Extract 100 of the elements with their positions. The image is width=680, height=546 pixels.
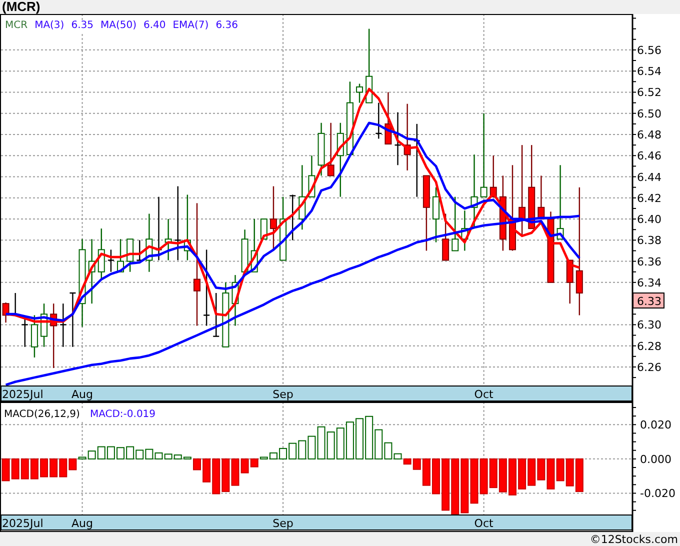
macd-bar xyxy=(460,458,469,514)
axis-label: 6.34 xyxy=(637,276,662,290)
axis-label: 6.28 xyxy=(637,340,662,353)
macd-bar xyxy=(556,458,564,482)
macd-bar xyxy=(2,458,10,482)
axis-label: 6.38 xyxy=(637,234,662,248)
macd-bar xyxy=(126,446,134,460)
candlestick xyxy=(222,282,230,348)
date-label: Oct xyxy=(474,388,494,401)
macd-bar xyxy=(566,458,574,486)
legend-label: MA(3) xyxy=(34,20,64,32)
axis-label: 6.52 xyxy=(637,86,662,100)
macd-bar xyxy=(308,436,316,460)
macd-bar xyxy=(537,458,546,480)
macd-bar xyxy=(518,458,526,490)
axis-label: -0.020 xyxy=(640,487,676,500)
candlestick xyxy=(60,304,66,347)
macd-bar xyxy=(451,458,460,515)
axis-label: 6.30 xyxy=(637,318,662,332)
candlestick xyxy=(250,219,258,272)
axis-label: 6.40 xyxy=(637,213,662,226)
axis-label: 6.36 xyxy=(637,255,662,268)
macd-bar xyxy=(222,458,230,492)
candlestick xyxy=(184,194,191,260)
candlestick xyxy=(88,239,96,304)
macd-bar xyxy=(298,440,306,460)
candlestick xyxy=(290,194,296,240)
axis-label: 6.56 xyxy=(637,44,662,57)
candlestick xyxy=(260,218,268,240)
indicator-reading: MACD:-0.019 xyxy=(90,409,156,421)
candlestick xyxy=(356,84,364,103)
macd-bar xyxy=(336,428,344,460)
axis-label: 6.50 xyxy=(637,107,662,120)
macd-bar xyxy=(432,458,440,494)
macd-bar xyxy=(288,442,297,460)
macd-bar xyxy=(317,426,326,460)
candlestick xyxy=(442,214,450,261)
date-label: Aug xyxy=(72,517,93,530)
date-label: Sep xyxy=(272,388,294,401)
candlestick xyxy=(164,219,172,260)
axis-label: 6.46 xyxy=(637,150,662,163)
date-label: 2025Jul xyxy=(2,388,44,401)
axis-label: 0.020 xyxy=(640,418,672,432)
candlestick xyxy=(376,102,382,139)
date-label: Aug xyxy=(72,388,93,401)
date-label: Oct xyxy=(474,517,494,530)
candlestick xyxy=(384,92,392,144)
legend-label: EMA(7) xyxy=(172,20,209,32)
candlestick xyxy=(298,165,306,230)
legend-value: 6.35 xyxy=(71,20,94,32)
candlestick xyxy=(270,186,277,251)
macd-bar xyxy=(116,447,124,460)
axis-label: 6.26 xyxy=(637,360,662,374)
axis-label: 0.000 xyxy=(640,452,672,466)
candlestick xyxy=(538,176,545,220)
candlestick xyxy=(146,214,153,272)
candlestick xyxy=(232,275,239,326)
date-label: 2025Jul xyxy=(2,517,44,530)
candlestick xyxy=(308,156,316,198)
macd-bar xyxy=(136,450,144,460)
macd-bar xyxy=(11,458,20,480)
macd-bar xyxy=(326,432,335,460)
axis-label: 6.42 xyxy=(637,192,662,205)
macd-bar xyxy=(546,458,555,490)
candlestick xyxy=(156,196,162,260)
chart-title: (MCR) xyxy=(2,0,40,14)
macd-bar xyxy=(498,458,507,492)
macd-bar xyxy=(50,458,58,478)
macd-bar xyxy=(279,448,288,460)
candlestick xyxy=(12,293,18,316)
candlestick xyxy=(30,315,38,358)
candlestick xyxy=(452,196,459,252)
candlestick xyxy=(318,122,325,176)
candlestick xyxy=(213,293,220,337)
candlestick xyxy=(108,250,114,272)
macd-bar xyxy=(489,458,498,488)
axis-label: 6.48 xyxy=(637,128,662,142)
candlestick xyxy=(432,187,440,242)
axis-label: 6.44 xyxy=(637,170,662,184)
indicator-title: MACD(26,12,9) xyxy=(4,409,80,421)
candlestick xyxy=(404,104,411,170)
legend-label: MA(50) xyxy=(100,20,136,32)
date-label: Sep xyxy=(272,517,294,530)
macd-bar xyxy=(575,458,584,492)
macd-bar xyxy=(480,458,488,494)
candlestick xyxy=(241,230,248,272)
candlestick xyxy=(40,304,48,347)
candlestick xyxy=(98,228,105,280)
candlestick xyxy=(70,292,76,347)
candlestick xyxy=(394,112,401,166)
macd-bar xyxy=(470,458,478,504)
macd-bar xyxy=(508,458,516,496)
macd-bar xyxy=(40,458,48,478)
candlestick xyxy=(117,239,124,272)
candlestick xyxy=(280,196,287,261)
candlestick xyxy=(490,156,497,198)
last-price-tag: 6.33 xyxy=(632,292,664,308)
ticker-symbol: MCR xyxy=(5,20,28,32)
macd-bar xyxy=(356,418,364,460)
candlestick xyxy=(50,304,58,368)
